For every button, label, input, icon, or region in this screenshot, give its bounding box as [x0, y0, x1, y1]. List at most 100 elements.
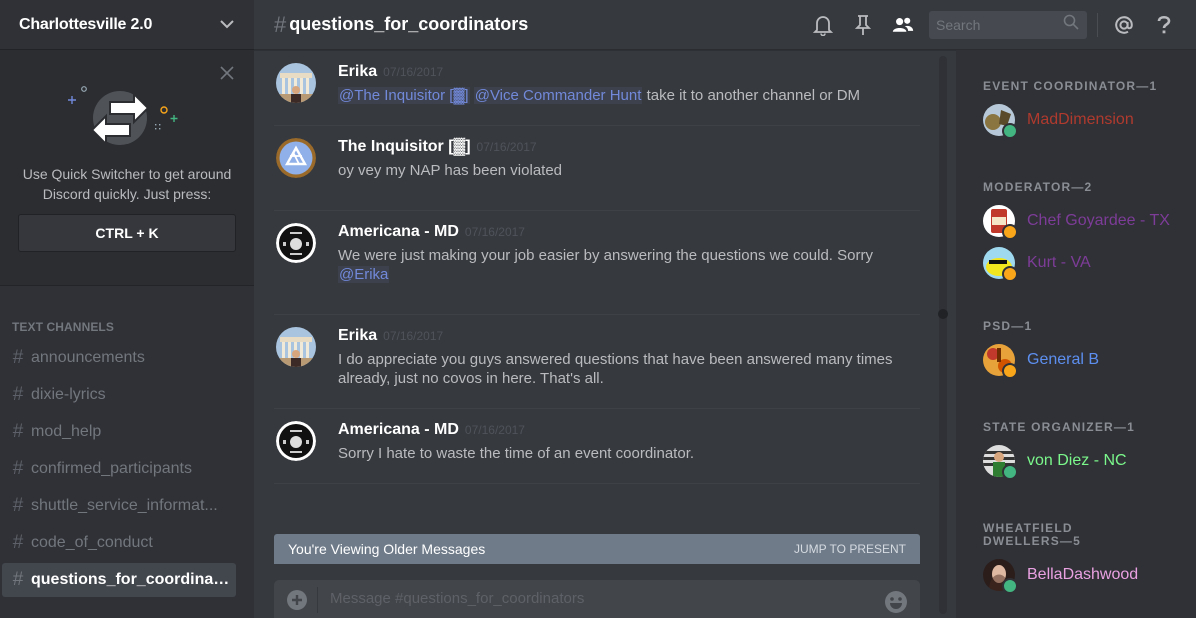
- avatar[interactable]: [276, 63, 316, 103]
- hash-icon: #: [12, 384, 24, 405]
- online-status-icon: [1002, 123, 1018, 139]
- member-item-general-b[interactable]: General B: [983, 339, 1196, 381]
- main-area: # questions_for_coordinators Search Erik…: [254, 0, 1196, 618]
- category-text-channels[interactable]: TEXT CHANNELS: [0, 316, 254, 338]
- message-timestamp: 07/16/2017: [383, 65, 444, 79]
- jump-to-present-button[interactable]: JUMP TO PRESENT: [794, 542, 906, 556]
- quick-switcher-shortcut-button[interactable]: CTRL + K: [18, 214, 236, 252]
- channel-item-shuttle-service[interactable]: # shuttle_service_informat...: [2, 489, 236, 523]
- avatar[interactable]: [276, 138, 316, 178]
- user-mention[interactable]: @Erika: [338, 266, 390, 283]
- message-text: We were just making your job easier by a…: [338, 247, 873, 264]
- avatar[interactable]: [276, 223, 316, 263]
- hash-icon: #: [12, 495, 24, 516]
- help-icon[interactable]: [1153, 14, 1175, 36]
- channel-title: questions_for_coordinators: [289, 14, 529, 34]
- member-item-chef-goyardee-tx[interactable]: Chef Goyardee - TX: [983, 200, 1196, 242]
- message-list[interactable]: Erika 07/16/2017 @The Inquisitor [▓] @Vice…: [254, 50, 936, 564]
- role-header: PSD—1: [983, 319, 1033, 333]
- message-item[interactable]: Americana - MD 07/16/2017 We were just mak…: [274, 211, 920, 315]
- server-name: Charlottesville 2.0: [19, 15, 153, 33]
- message-content: @The Inquisitor [▓] @Vice Commander Hunt…: [338, 86, 920, 105]
- emoji-icon[interactable]: [884, 590, 908, 614]
- scrollbar-thumb[interactable]: [938, 309, 948, 319]
- avatar: [983, 559, 1018, 594]
- chat-area: Erika 07/16/2017 @The Inquisitor [▓] @Vice…: [254, 50, 936, 618]
- quick-switcher-text: Use Quick Switcher to get around Discord…: [22, 166, 232, 202]
- pin-icon[interactable]: [852, 14, 874, 36]
- avatar[interactable]: [276, 421, 316, 461]
- member-item-kurt-va[interactable]: Kurt - VA: [983, 242, 1196, 284]
- message-input[interactable]: [330, 590, 884, 607]
- user-mention[interactable]: @Vice Commander Hunt: [473, 87, 643, 104]
- arrows-switch-icon: [62, 80, 192, 150]
- members-icon[interactable]: [892, 14, 914, 36]
- channel-item-dixie-lyrics[interactable]: # dixie-lyrics: [2, 378, 236, 412]
- member-name: von Diez - NC: [1027, 452, 1127, 469]
- message-author[interactable]: Erika: [338, 327, 377, 345]
- message-text: oy vey my NAP has been violated: [338, 162, 563, 179]
- message-text: Sorry I hate to waste the time of an eve…: [338, 445, 695, 462]
- message-author[interactable]: Americana - MD: [338, 223, 459, 241]
- member-name: Kurt - VA: [1027, 254, 1091, 271]
- search-box[interactable]: [929, 10, 1087, 39]
- avatar[interactable]: [276, 327, 316, 367]
- message-text: I do appreciate you guys answered questi…: [338, 351, 893, 387]
- message-content: Sorry I hate to waste the time of an eve…: [338, 444, 920, 463]
- message-author[interactable]: The Inquisitor [▓]: [338, 138, 471, 156]
- quick-switcher-tip: Use Quick Switcher to get around Discord…: [0, 50, 254, 286]
- role-header: MODERATOR—2: [983, 180, 1093, 194]
- message-item[interactable]: Erika 07/16/2017 @The Inquisitor [▓] @Vice…: [274, 50, 920, 126]
- member-name: General B: [1027, 351, 1100, 368]
- channel-item-confirmed-participants[interactable]: # confirmed_participants: [2, 452, 236, 486]
- message-item[interactable]: The Inquisitor [▓] 07/16/2017 oy vey my NA…: [274, 126, 920, 211]
- role-header: STATE ORGANIZER—1: [983, 420, 1135, 434]
- message-content: I do appreciate you guys answered questi…: [338, 350, 920, 388]
- channel-item-mod-help[interactable]: # mod_help: [2, 415, 236, 449]
- role-header: WHEATFIELD DWELLERS—5: [983, 521, 1082, 548]
- server-header[interactable]: Charlottesville 2.0: [0, 0, 254, 50]
- message-timestamp: 07/16/2017: [476, 140, 537, 154]
- member-item-von-diez-nc[interactable]: von Diez - NC: [983, 440, 1196, 482]
- message-author[interactable]: Erika: [338, 63, 377, 81]
- discord-app: Charlottesville 2.0 Use Quick Switcher t…: [0, 0, 1196, 618]
- role-header: EVENT COORDINATOR—1: [983, 79, 1158, 93]
- member-name: BellaDashwood: [1027, 566, 1139, 583]
- user-mention[interactable]: @The Inquisitor [▓]: [338, 87, 470, 104]
- channel-sidebar: Charlottesville 2.0 Use Quick Switcher t…: [0, 0, 254, 618]
- avatar: [983, 344, 1018, 379]
- avatar: [983, 445, 1018, 480]
- message-timestamp: 07/16/2017: [464, 423, 525, 437]
- member-list: EVENT COORDINATOR—1 MadDimension MODERATOR…: [956, 50, 1196, 618]
- member-item-belladashwood[interactable]: BellaDashwood: [983, 554, 1196, 596]
- message-item[interactable]: Erika 07/16/2017 I do appreciate you guys …: [274, 315, 920, 409]
- older-messages-banner: You're Viewing Older Messages JUMP TO PR…: [274, 534, 920, 564]
- hash-icon: #: [12, 569, 24, 590]
- channel-item-questions-for-coordinators[interactable]: # questions_for_coordinat...: [2, 563, 236, 597]
- message-content: oy vey my NAP has been violated: [338, 161, 920, 180]
- member-name: MadDimension: [1027, 111, 1134, 128]
- channel-item-code-of-conduct[interactable]: # code_of_conduct: [2, 526, 236, 560]
- header-divider: [1097, 12, 1098, 37]
- idle-status-icon: [1002, 266, 1018, 282]
- message-timestamp: 07/16/2017: [464, 225, 525, 239]
- search-input[interactable]: [936, 16, 1046, 33]
- message-item[interactable]: Americana - MD 07/16/2017 Sorry I hate to …: [274, 409, 920, 484]
- member-item-maddimension[interactable]: MadDimension: [983, 99, 1196, 141]
- message-author[interactable]: Americana - MD: [338, 421, 459, 439]
- search-icon: [1063, 14, 1079, 35]
- bell-icon[interactable]: [812, 14, 834, 36]
- message-text: take it to another channel or DM: [642, 87, 861, 104]
- channel-list: TEXT CHANNELS # announcements # dixie-lyri…: [0, 286, 254, 618]
- close-icon[interactable]: [220, 66, 234, 80]
- older-messages-text: You're Viewing Older Messages: [288, 541, 486, 557]
- at-icon[interactable]: [1113, 14, 1135, 36]
- avatar: [983, 247, 1018, 282]
- chevron-down-icon[interactable]: [220, 18, 234, 32]
- message-scrollbar[interactable]: [936, 56, 950, 614]
- plus-circle-icon[interactable]: [287, 590, 307, 610]
- avatar: [983, 205, 1018, 240]
- idle-status-icon: [1002, 224, 1018, 240]
- idle-status-icon: [1002, 363, 1018, 379]
- channel-item-announcements[interactable]: # announcements: [2, 341, 236, 375]
